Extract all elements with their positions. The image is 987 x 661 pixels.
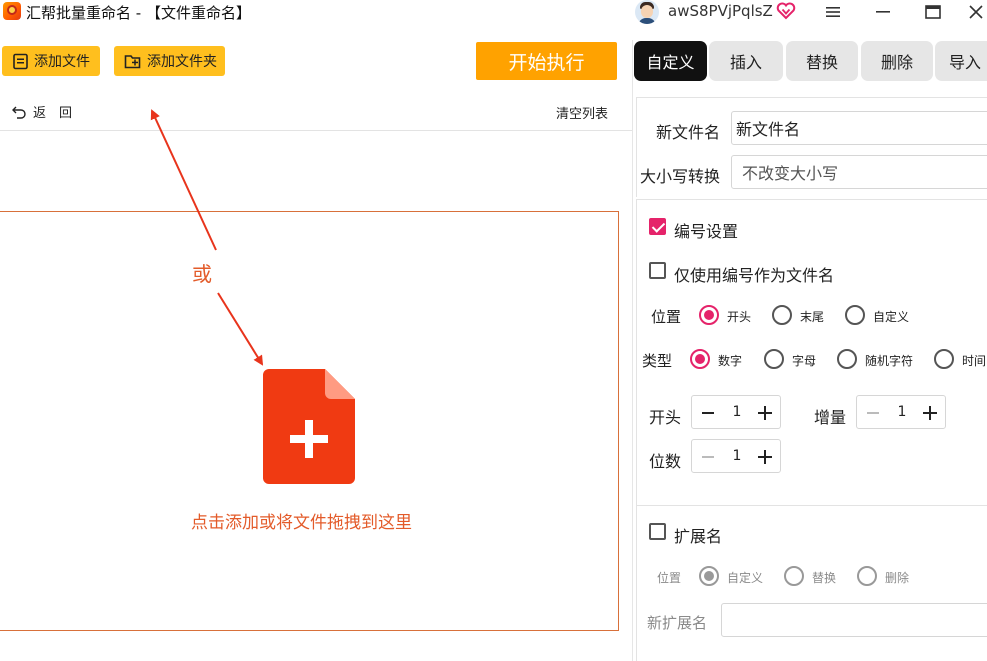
digits-label: 位数 [649,452,682,471]
type-time-label: 时间 [962,354,987,368]
increment-button[interactable] [923,406,937,420]
menu-icon [826,7,840,17]
position-end-label: 末尾 [800,310,825,324]
section-divider [637,505,987,506]
position-custom-label: 自定义 [873,310,910,324]
tab-replace[interactable]: 替换 [786,41,858,81]
case-convert-select[interactable]: 不改变大小写 [731,155,987,189]
digits-stepper[interactable]: 1 [691,439,781,473]
only-number-label: 仅使用编号作为文件名 [674,266,835,285]
type-letter-label: 字母 [792,354,817,368]
extension-position-label: 位置 [657,571,682,585]
drop-hint-text: 点击添加或将文件拖拽到这里 [191,513,412,533]
minimize-icon [876,11,890,13]
hint-arrows [150,109,264,366]
new-extension-label: 新扩展名 [647,614,708,632]
numbering-checkbox[interactable] [649,218,666,235]
increment-button[interactable] [758,450,772,464]
position-start-label: 开头 [727,310,752,324]
type-time-radio[interactable] [934,349,954,369]
tab-insert[interactable]: 插入 [709,41,783,81]
type-random-radio[interactable] [837,349,857,369]
ext-delete-label: 删除 [885,571,910,585]
type-digit-radio[interactable] [690,349,710,369]
increment-stepper[interactable]: 1 [856,395,946,429]
tab-import[interactable]: 导入 [935,41,987,81]
panel-left-border [636,97,637,197]
increment-button[interactable] [758,406,772,420]
type-letter-radio[interactable] [764,349,784,369]
close-button[interactable] [965,0,987,24]
username-label[interactable]: awS8PVjPqlsZ [668,2,773,20]
new-name-label: 新文件名 [656,123,721,142]
numbering-label: 编号设置 [674,222,739,241]
type-random-label: 随机字符 [865,354,914,368]
new-extension-input[interactable] [721,603,987,637]
ext-replace-label: 替换 [812,571,837,585]
number-type-label: 类型 [642,352,673,370]
number-position-label: 位置 [651,308,682,326]
or-label: 或 [192,262,212,286]
close-icon [969,5,983,19]
section-divider [637,199,987,200]
type-digit-label: 数字 [718,354,743,368]
user-avatar[interactable] [635,0,659,24]
extension-checkbox[interactable] [649,523,666,540]
case-convert-label: 大小写转换 [640,167,721,186]
position-custom-radio[interactable] [845,305,865,325]
ext-delete-radio[interactable] [857,566,877,586]
vip-heart-icon[interactable] [776,2,796,20]
section-left-border [636,505,637,661]
panel-top-border [637,97,987,98]
maximize-icon [925,5,941,19]
maximize-button[interactable] [918,0,948,24]
panel-separator [632,40,633,661]
menu-button[interactable] [818,0,848,24]
tab-delete[interactable]: 删除 [861,41,933,81]
section-left-border [636,199,637,505]
position-start-radio[interactable] [699,305,719,325]
add-file-big-icon[interactable] [263,369,355,484]
start-number-stepper[interactable]: 1 [691,395,781,429]
minimize-button[interactable] [868,0,898,24]
ext-replace-radio[interactable] [784,566,804,586]
ext-custom-label: 自定义 [727,571,764,585]
new-name-input[interactable]: 新文件名 [731,111,987,145]
only-number-checkbox[interactable] [649,262,666,279]
start-number-label: 开头 [649,408,682,427]
tab-custom[interactable]: 自定义 [634,41,707,81]
increment-label: 增量 [814,408,847,427]
position-end-radio[interactable] [772,305,792,325]
extension-label: 扩展名 [674,527,723,546]
ext-custom-radio[interactable] [699,566,719,586]
